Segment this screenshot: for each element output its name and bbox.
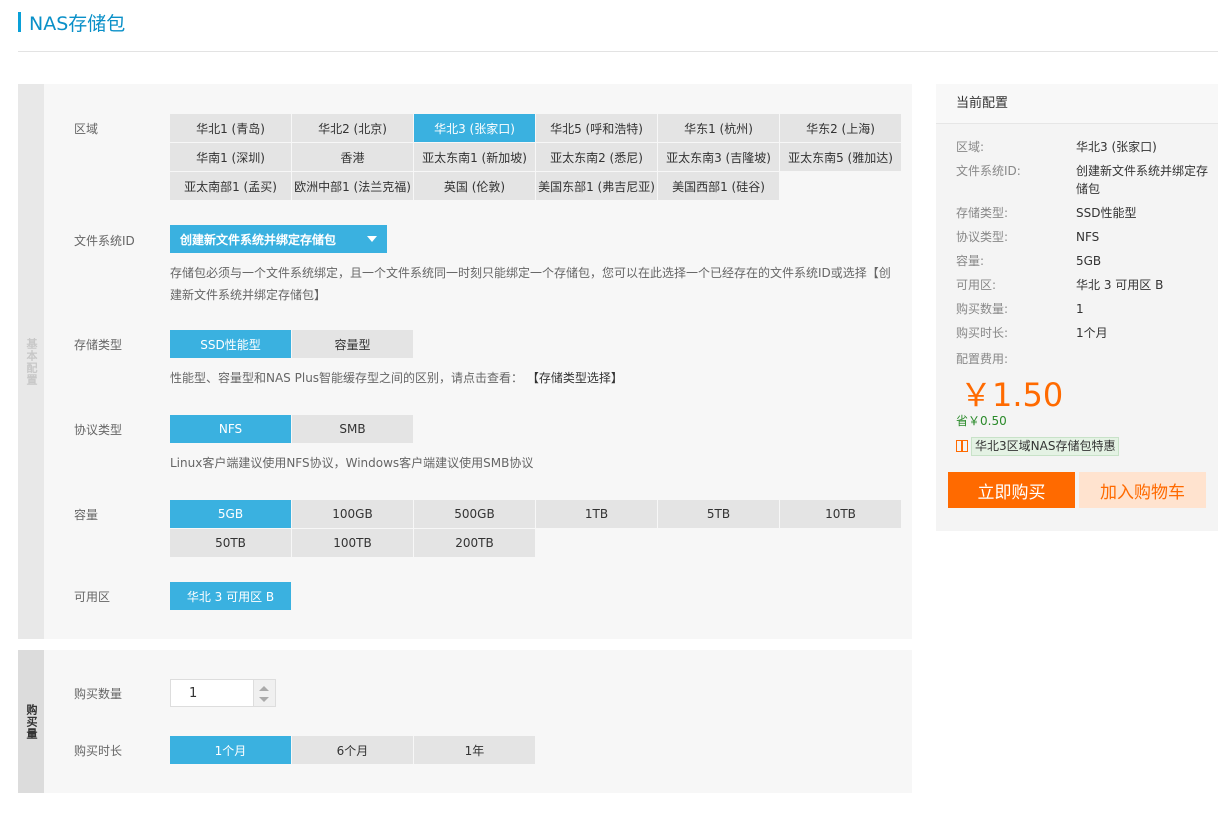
region-option[interactable]: 美国东部1 (弗吉尼亚) [536,172,657,200]
fee-label: 配置费用: [956,352,1009,366]
region-option[interactable]: 华北1 (青岛) [170,114,291,142]
region-option[interactable]: 华南1 (深圳) [170,143,291,171]
region-option[interactable]: 华东2 (上海) [780,114,901,142]
protocol-label: 协议类型 [74,423,123,437]
capacity-option[interactable]: 500GB [414,500,535,528]
qty-label: 购买数量 [74,687,123,701]
quantity-stepper [170,679,276,707]
duration-option[interactable]: 6个月 [292,736,413,764]
summary-value: NFS [1076,230,1100,244]
capacity-label: 容量 [74,508,99,522]
duration-option[interactable]: 1个月 [170,736,291,764]
purchase-side-tab: 购买量 [18,650,44,793]
increment-arrow-icon[interactable] [259,686,269,691]
region-option[interactable]: 亚太东南5 (雅加达) [780,143,901,171]
quantity-spinner [254,679,276,707]
duration-label: 购买时长 [74,744,123,758]
summary-value: 1 [1076,302,1084,316]
summary-panel: 当前配置 区域: 华北3 (张家口) 文件系统ID: 创建新文件系统并绑定存储包存储类… [936,84,1218,531]
promo: 华北3区域NAS存储包特惠 [956,436,1120,456]
region-option[interactable]: 亚太东南1 (新加坡) [414,143,535,171]
summary-value: SSD性能型 [1076,206,1137,220]
region-option[interactable]: 华北3 (张家口) [414,114,535,142]
region-option[interactable]: 亚太南部1 (孟买) [170,172,291,200]
capacity-option[interactable]: 5GB [170,500,291,528]
promo-tag: 华北3区域NAS存储包特惠 [971,436,1120,456]
storage-desc-text: 性能型、容量型和NAS Plus智能缓存型之间的区别，请点击查看： [170,371,524,385]
storage-type-link[interactable]: 【存储类型选择】 [527,371,623,385]
capacity-option[interactable]: 50TB [170,529,291,557]
title-divider [18,51,1218,52]
purchase-panel: 购买量 [18,650,912,793]
storage-label: 存储类型 [74,338,123,352]
storage-type-option[interactable]: 容量型 [292,330,413,358]
summary-key: 容量: [956,254,985,268]
protocol-option[interactable]: NFS [170,415,291,443]
summary-title: 当前配置 [936,84,1218,124]
summary-value: 华北 3 可用区 B [1076,278,1164,292]
region-option[interactable]: 亚太东南2 (悉尼) [536,143,657,171]
decrement-arrow-icon[interactable] [259,697,269,702]
summary-value: 1个月 [1076,326,1108,340]
region-option[interactable]: 华东1 (杭州) [658,114,779,142]
capacity-option[interactable]: 100GB [292,500,413,528]
fs-label: 文件系统ID [74,234,135,248]
title-accent-bar [18,12,21,32]
zone-label: 可用区 [74,590,111,604]
add-to-cart-button[interactable]: 加入购物车 [1079,472,1206,508]
price: ￥1.50 [960,376,1064,414]
protocol-description: Linux客户端建议使用NFS协议，Windows客户端建议使用SMB协议 [170,456,534,470]
page-title: NAS存储包 [18,10,126,35]
storage-type-option[interactable]: SSD性能型 [170,330,291,358]
region-option[interactable]: 英国 (伦敦) [414,172,535,200]
fs-select-value: 创建新文件系统并绑定存储包 [180,232,337,247]
gift-icon [956,440,968,452]
fs-select[interactable]: 创建新文件系统并绑定存储包 [170,225,387,253]
page-title-text: NAS存储包 [29,12,126,35]
summary-value: 华北3 (张家口) [1076,140,1157,154]
summary-key: 协议类型: [956,230,1009,244]
region-label: 区域 [74,122,99,136]
capacity-option[interactable]: 200TB [414,529,535,557]
summary-key: 购买时长: [956,326,1009,340]
region-option[interactable]: 欧洲中部1 (法兰克福) [292,172,413,200]
region-option[interactable]: 华北5 (呼和浩特) [536,114,657,142]
storage-description: 性能型、容量型和NAS Plus智能缓存型之间的区别，请点击查看： 【存储类型选… [170,367,900,389]
summary-value: 5GB [1076,254,1102,268]
summary-key: 可用区: [956,278,997,292]
saving-text: 省￥0.50 [956,414,1007,428]
summary-value: 创建新文件系统并绑定存储包 [1076,164,1209,196]
protocol-option[interactable]: SMB [292,415,413,443]
region-option[interactable]: 亚太东南3 (吉隆坡) [658,143,779,171]
chevron-down-icon [367,236,377,242]
capacity-option[interactable]: 10TB [780,500,901,528]
zone-option[interactable]: 华北 3 可用区 B [170,582,291,610]
fs-description: 存储包必须与一个文件系统绑定，且一个文件系统同一时刻只能绑定一个存储包，您可以在… [170,266,891,302]
region-option[interactable]: 香港 [292,143,413,171]
duration-option[interactable]: 1年 [414,736,535,764]
region-option[interactable]: 华北2 (北京) [292,114,413,142]
capacity-option[interactable]: 5TB [658,500,779,528]
region-option[interactable]: 美国西部1 (硅谷) [658,172,779,200]
summary-key: 文件系统ID: [956,164,1021,178]
capacity-option[interactable]: 1TB [536,500,657,528]
summary-key: 区域: [956,140,985,154]
quantity-input[interactable] [170,679,254,707]
summary-key: 购买数量: [956,302,1009,316]
basic-config-side-tab: 基本配置 [18,84,44,639]
capacity-option[interactable]: 100TB [292,529,413,557]
buy-now-button[interactable]: 立即购买 [948,472,1075,508]
purchase-side-label: 购买量 [25,703,38,740]
summary-key: 存储类型: [956,206,1009,220]
basic-config-side-label: 基本配置 [25,337,38,386]
